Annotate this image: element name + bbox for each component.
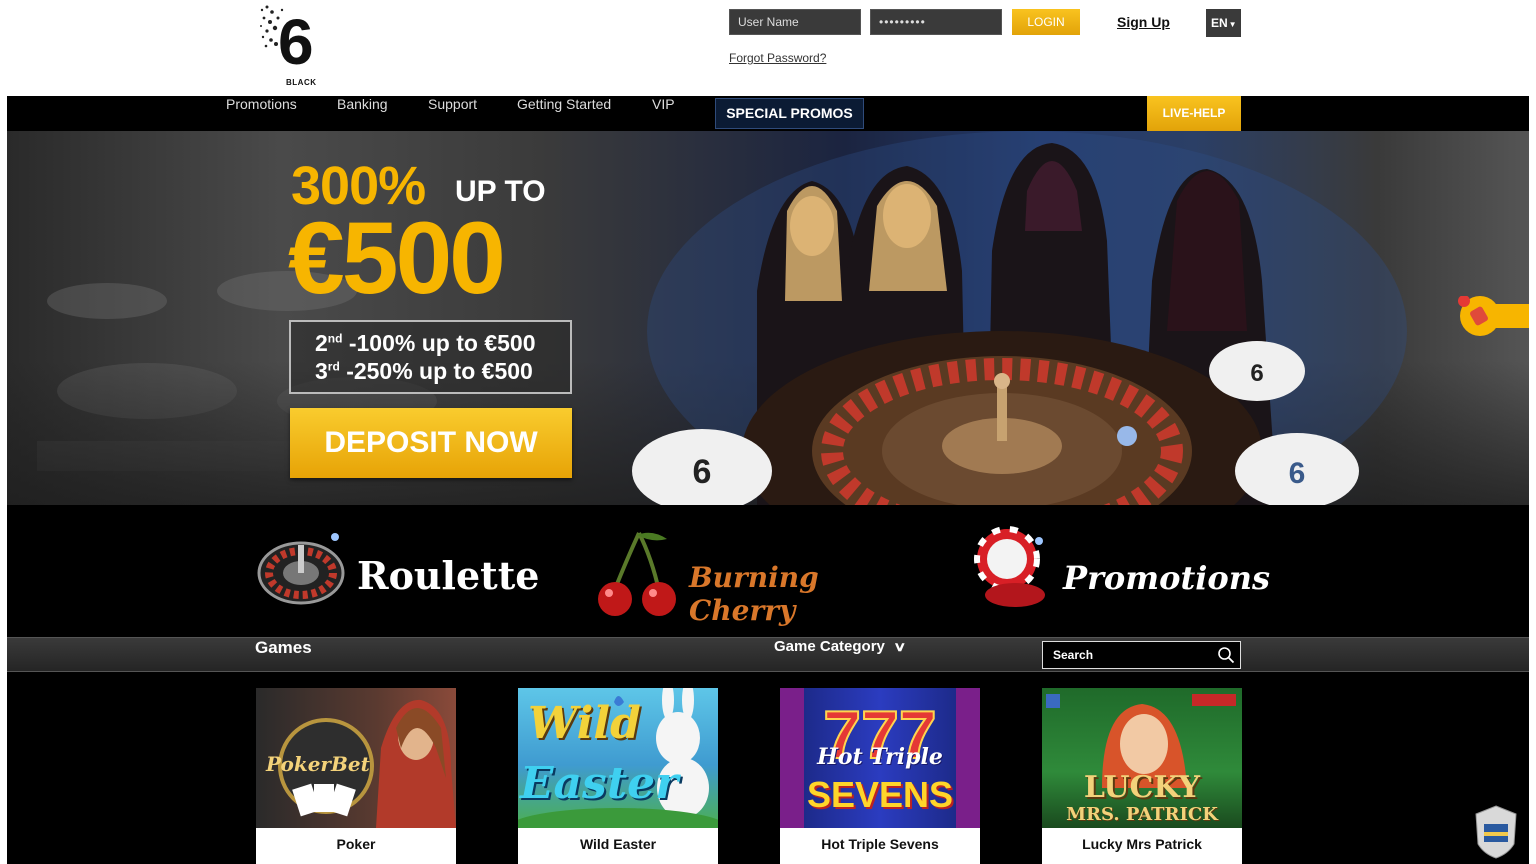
site-logo[interactable]: 6 BLACK [258, 2, 320, 88]
tier-2-text: -100% up to €500 [348, 330, 536, 356]
tier-3-suffix: rd [327, 359, 340, 374]
category-roulette[interactable]: Roulette [255, 525, 539, 625]
game-name[interactable]: Poker [256, 836, 456, 852]
game-thumbnail[interactable]: 777 Hot Triple SEVENS [780, 688, 980, 828]
main-nav: Promotions Banking Support Getting Start… [7, 96, 1529, 131]
category-burning-cherry-label: Burning Cherry [689, 561, 819, 627]
patrick-thumb-title-1: LUCKY [1083, 770, 1201, 805]
nav-item-vip[interactable]: VIP [652, 96, 675, 131]
nav-item-getting-started[interactable]: Getting Started [517, 96, 611, 131]
roulette-dealers-image: 6 6 6 [632, 131, 1407, 505]
tier-2-suffix: nd [327, 331, 343, 346]
svg-text:6: 6 [1250, 360, 1263, 387]
nav-item-support[interactable]: Support [428, 96, 477, 131]
hero-banner[interactable]: 300% UP TO €500 2nd -100% up to €500 3rd… [7, 131, 1529, 505]
wild-easter-thumb-title-2: Easter [520, 758, 679, 809]
game-card-hot-triple-sevens[interactable]: 777 Hot Triple SEVENS Hot Triple Sevens [780, 688, 980, 864]
game-card-wild-easter[interactable]: Wild Easter Wild Easter [518, 688, 718, 864]
deposit-now-button[interactable]: DEPOSIT NOW [290, 408, 572, 478]
promo-amount: €500 [288, 201, 506, 315]
logo-six: 6 [278, 6, 314, 78]
casino-chip-icon [974, 526, 1045, 607]
games-grid: PokerBet Poker Wild Easter Wild Easter 7… [7, 672, 1529, 864]
svg-text:6: 6 [1289, 457, 1306, 490]
game-name[interactable]: Lucky Mrs Patrick [1042, 836, 1242, 852]
game-name[interactable]: Hot Triple Sevens [780, 836, 980, 852]
caret-down-icon: ▼ [1228, 20, 1237, 29]
promo-tiers-box: 2nd -100% up to €500 3rd -250% up to €50… [289, 320, 572, 394]
svg-text:6: 6 [693, 453, 712, 491]
search-placeholder: Search [1053, 648, 1094, 662]
category-roulette-label: Roulette [357, 553, 540, 598]
language-value: EN [1211, 16, 1228, 30]
sevens-thumb-title-1: Hot Triple [817, 744, 943, 770]
login-button[interactable]: LOGIN [1012, 9, 1080, 35]
tier-2-number: 2 [315, 330, 328, 356]
live-help-button[interactable]: LIVE-HELP [1147, 96, 1241, 131]
game-name[interactable]: Wild Easter [518, 836, 718, 852]
password-value: ••••••••• [879, 15, 926, 29]
patrick-thumb-title-2: MRS. PATRICK [1066, 804, 1218, 825]
category-strip: Roulette Burning Cherry Promotions [7, 505, 1529, 637]
search-input[interactable]: Search [1042, 641, 1241, 669]
page: 6 BLACK User Name ••••••••• LOGIN Sign U… [0, 0, 1536, 864]
game-card-lucky-mrs-patrick[interactable]: LUCKY MRS. PATRICK Lucky Mrs Patrick [1042, 688, 1242, 864]
username-input[interactable]: User Name [729, 9, 861, 35]
games-title: Games [255, 638, 312, 657]
tier-3-text: -250% up to €500 [346, 358, 533, 384]
promo-tier-2: 2nd -100% up to €500 [315, 330, 536, 357]
username-placeholder: User Name [738, 15, 799, 29]
wild-easter-thumb-title-1: Wild [528, 698, 641, 749]
chevron-down-icon: ∨ [892, 639, 907, 654]
category-promotions[interactable]: Promotions [971, 525, 1270, 625]
forgot-password-link[interactable]: Forgot Password? [729, 51, 826, 65]
sevens-thumb-title-2: SEVENS [806, 774, 954, 815]
site-header: 6 BLACK User Name ••••••••• LOGIN Sign U… [0, 0, 1536, 96]
game-thumbnail[interactable]: LUCKY MRS. PATRICK [1042, 688, 1242, 828]
category-burning-cherry[interactable]: Burning Cherry [597, 525, 917, 627]
category-promotions-label: Promotions [1063, 559, 1271, 597]
game-card-poker[interactable]: PokerBet Poker [256, 688, 456, 864]
license-seal-icon[interactable] [1472, 804, 1520, 860]
game-category-dropdown[interactable]: Game Category ∨ [774, 638, 907, 655]
password-input[interactable]: ••••••••• [870, 9, 1002, 35]
roulette-wheel-icon [257, 533, 345, 605]
logo-brand: BLACK [286, 78, 317, 87]
language-select[interactable]: EN▼ [1206, 9, 1241, 37]
cherry-icon [598, 532, 676, 616]
special-promos-button[interactable]: SPECIAL PROMOS [715, 98, 864, 129]
game-thumbnail[interactable]: PokerBet [256, 688, 456, 828]
side-widget-button[interactable] [1454, 296, 1529, 341]
nav-item-promotions[interactable]: Promotions [226, 96, 297, 131]
nav-item-banking[interactable]: Banking [337, 96, 388, 131]
game-category-label: Game Category [774, 638, 885, 655]
search-icon[interactable] [1217, 646, 1235, 664]
games-toolbar: Games Game Category ∨ Search [7, 637, 1529, 672]
game-thumbnail[interactable]: Wild Easter [518, 688, 718, 828]
tier-3-number: 3 [315, 358, 328, 384]
poker-thumb-title: PokerBet [266, 752, 370, 776]
signup-link[interactable]: Sign Up [1117, 14, 1170, 30]
promo-tier-3: 3rd -250% up to €500 [315, 358, 533, 385]
